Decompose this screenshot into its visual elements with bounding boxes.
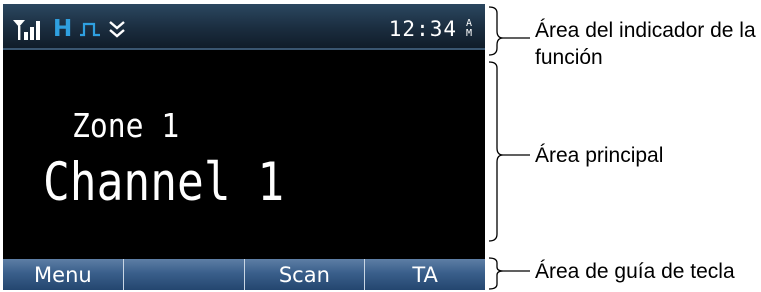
key-guide-callout: Área de guía de tecla — [535, 260, 735, 283]
main-area-bracket — [488, 61, 504, 242]
function-indicator-callout: Área del indicador de la función — [535, 19, 756, 69]
main-area-callout: Área principal — [535, 144, 664, 167]
key-guide-bracket — [488, 257, 504, 290]
function-area-bracket — [488, 6, 504, 56]
